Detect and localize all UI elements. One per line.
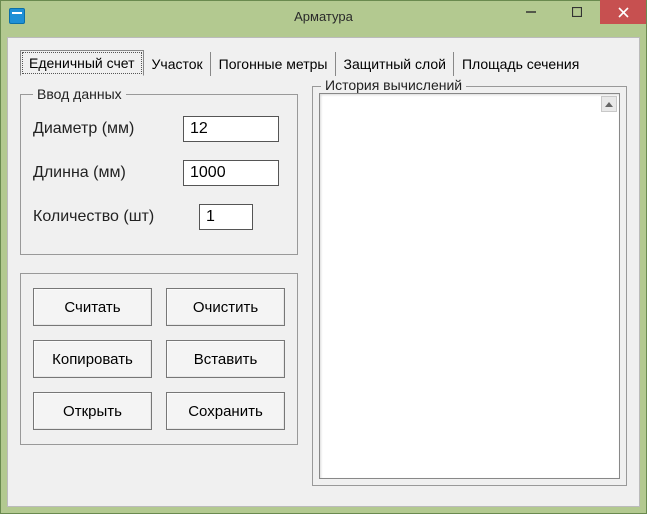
close-button[interactable]	[600, 0, 646, 24]
app-window: Арматура Еденичный счет Участок Погонные…	[0, 0, 647, 514]
titlebar: Арматура	[1, 1, 646, 31]
input-group: Ввод данных Диаметр (мм) Длинна (мм) Кол…	[20, 86, 298, 255]
tab-cross-section-area[interactable]: Площадь сечения	[453, 52, 587, 76]
input-group-legend: Ввод данных	[33, 86, 126, 102]
copy-button[interactable]: Копировать	[33, 340, 152, 378]
left-column: Ввод данных Диаметр (мм) Длинна (мм) Кол…	[20, 86, 298, 486]
tab-protective-layer[interactable]: Защитный слой	[335, 52, 454, 76]
quantity-input[interactable]	[199, 204, 253, 230]
paste-button[interactable]: Вставить	[166, 340, 285, 378]
maximize-button[interactable]	[554, 0, 600, 24]
tab-section[interactable]: Участок	[143, 52, 211, 76]
row-diameter: Диаметр (мм)	[33, 116, 285, 142]
minimize-button[interactable]	[508, 0, 554, 24]
length-input[interactable]	[183, 160, 279, 186]
app-icon	[9, 8, 25, 24]
history-group: История вычислений	[312, 86, 627, 486]
tab-strip: Еденичный счет Участок Погонные метры За…	[20, 50, 627, 76]
scroll-up-button[interactable]	[601, 96, 617, 112]
save-button[interactable]: Сохранить	[166, 392, 285, 430]
calculate-button[interactable]: Считать	[33, 288, 152, 326]
window-controls	[508, 1, 646, 31]
clear-button[interactable]: Очистить	[166, 288, 285, 326]
diameter-input[interactable]	[183, 116, 279, 142]
history-textarea[interactable]	[319, 93, 620, 479]
row-length: Длинна (мм)	[33, 160, 285, 186]
length-label: Длинна (мм)	[33, 164, 183, 182]
button-group: Считать Очистить Копировать Вставить Отк…	[20, 273, 298, 445]
tab-running-meters[interactable]: Погонные метры	[210, 52, 336, 76]
client-area: Еденичный счет Участок Погонные метры За…	[7, 37, 640, 507]
history-legend: История вычислений	[321, 77, 466, 93]
open-button[interactable]: Открыть	[33, 392, 152, 430]
row-quantity: Количество (шт)	[33, 204, 285, 230]
quantity-label: Количество (шт)	[33, 208, 183, 226]
tab-single-calc[interactable]: Еденичный счет	[20, 50, 144, 76]
diameter-label: Диаметр (мм)	[33, 120, 183, 138]
tab-content: Ввод данных Диаметр (мм) Длинна (мм) Кол…	[20, 86, 627, 486]
right-column: История вычислений	[312, 86, 627, 486]
